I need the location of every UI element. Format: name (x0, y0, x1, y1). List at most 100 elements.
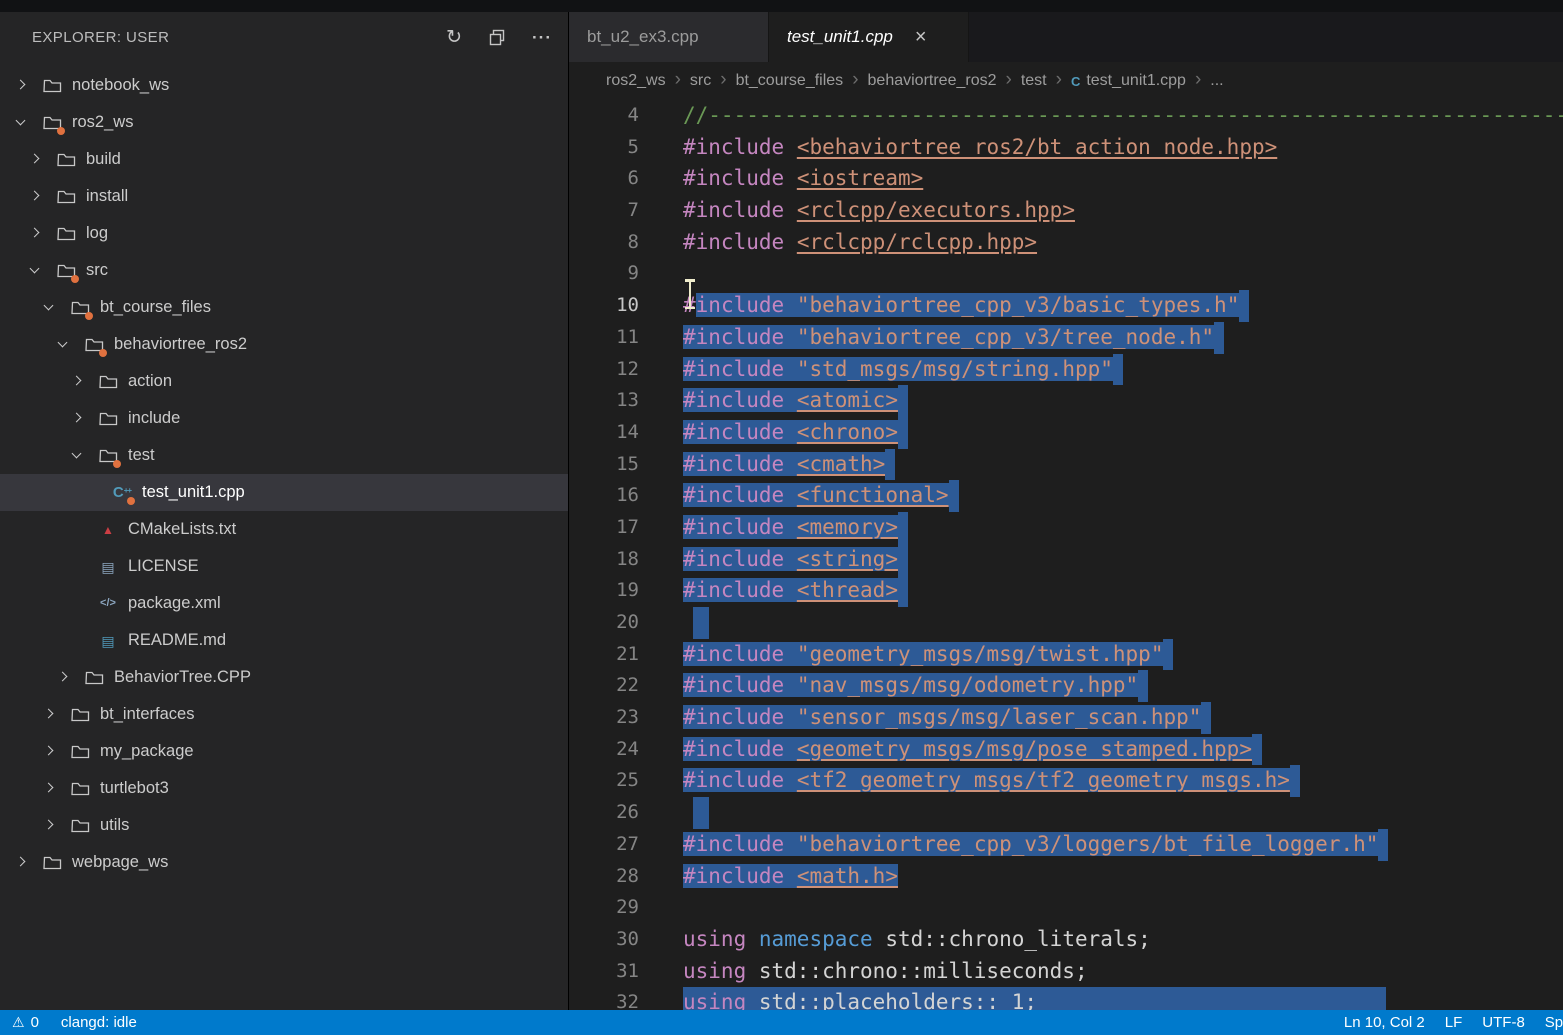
line-number[interactable]: 25 (569, 765, 639, 797)
code-line[interactable]: 6#include <iostream> (569, 163, 1563, 195)
code-line[interactable]: 14#include <chrono> (569, 417, 1563, 449)
tree-item-LICENSE[interactable]: ▤LICENSE (0, 548, 568, 585)
cursor-position[interactable]: Ln 10, Col 2 (1344, 1014, 1425, 1031)
breadcrumb-item[interactable]: test (1021, 72, 1047, 90)
chevron-icon[interactable] (56, 337, 72, 353)
tree-item-BehaviorTree.CPP[interactable]: BehaviorTree.CPP (0, 659, 568, 696)
tree-item-ros2_ws[interactable]: ros2_ws (0, 104, 568, 141)
tree-item-include[interactable]: include (0, 400, 568, 437)
line-number[interactable]: 26 (569, 797, 639, 829)
chevron-icon[interactable] (28, 226, 44, 242)
line-number[interactable]: 30 (569, 924, 639, 956)
code-line[interactable]: 16#include <functional> (569, 480, 1563, 512)
code-line[interactable]: 32using std::placeholders::_1; (569, 987, 1563, 1010)
chevron-icon[interactable] (14, 855, 30, 871)
tab-bt_u2_ex3.cpp[interactable]: bt_u2_ex3.cpp (569, 12, 769, 62)
chevron-icon[interactable] (28, 263, 44, 279)
collapse-folders-icon[interactable] (488, 28, 506, 46)
tree-item-my_package[interactable]: my_package (0, 733, 568, 770)
code-line[interactable]: 20 (569, 607, 1563, 639)
line-number[interactable]: 21 (569, 639, 639, 671)
chevron-icon[interactable] (70, 448, 86, 464)
code-line[interactable]: 5#include <behaviortree_ros2/bt_action_n… (569, 132, 1563, 164)
chevron-icon[interactable] (28, 152, 44, 168)
line-number[interactable]: 32 (569, 987, 639, 1010)
tree-item-action[interactable]: action (0, 363, 568, 400)
breadcrumb-item[interactable]: ... (1210, 72, 1223, 90)
chevron-icon[interactable] (56, 670, 72, 686)
tree-item-bt_interfaces[interactable]: bt_interfaces (0, 696, 568, 733)
code-line[interactable]: 13#include <atomic> (569, 385, 1563, 417)
chevron-icon[interactable] (14, 78, 30, 94)
code-editor[interactable]: 4//-------------------------------------… (569, 100, 1563, 1010)
tree-item-behaviortree_ros2[interactable]: behaviortree_ros2 (0, 326, 568, 363)
breadcrumb-item[interactable]: behaviortree_ros2 (868, 72, 997, 90)
line-number[interactable]: 18 (569, 544, 639, 576)
code-line[interactable]: 22#include "nav_msgs/msg/odometry.hpp" (569, 670, 1563, 702)
line-number[interactable]: 31 (569, 956, 639, 988)
tree-item-test_unit1.cpp[interactable]: Ctest_unit1.cpp (0, 474, 568, 511)
code-line[interactable]: 4//-------------------------------------… (569, 100, 1563, 132)
code-line[interactable]: 9 (569, 258, 1563, 290)
chevron-icon[interactable] (70, 374, 86, 390)
eol-indicator[interactable]: LF (1445, 1014, 1463, 1031)
code-line[interactable]: 15#include <cmath> (569, 449, 1563, 481)
close-icon[interactable]: × (915, 26, 927, 49)
tree-item-utils[interactable]: utils (0, 807, 568, 844)
more-actions-icon[interactable]: ··· (532, 29, 552, 46)
code-line[interactable]: 25#include <tf2_geometry_msgs/tf2_geomet… (569, 765, 1563, 797)
tree-item-bt_course_files[interactable]: bt_course_files (0, 289, 568, 326)
line-number[interactable]: 16 (569, 480, 639, 512)
chevron-icon[interactable] (42, 781, 58, 797)
line-number[interactable]: 23 (569, 702, 639, 734)
tree-item-log[interactable]: log (0, 215, 568, 252)
line-number[interactable]: 10 (569, 290, 639, 322)
line-number[interactable]: 29 (569, 892, 639, 924)
tree-item-notebook_ws[interactable]: notebook_ws (0, 67, 568, 104)
line-number[interactable]: 28 (569, 861, 639, 893)
code-line[interactable]: 21#include "geometry_msgs/msg/twist.hpp" (569, 639, 1563, 671)
code-line[interactable]: 28#include <math.h> (569, 861, 1563, 893)
line-number[interactable]: 17 (569, 512, 639, 544)
tree-item-src[interactable]: src (0, 252, 568, 289)
tree-item-webpage_ws[interactable]: webpage_ws (0, 844, 568, 881)
line-number[interactable]: 5 (569, 132, 639, 164)
line-number[interactable]: 4 (569, 100, 639, 132)
breadcrumb-item[interactable]: src (690, 72, 711, 90)
line-number[interactable]: 20 (569, 607, 639, 639)
indentation-indicator[interactable]: Spac (1545, 1014, 1563, 1031)
code-line[interactable]: 7#include <rclcpp/executors.hpp> (569, 195, 1563, 227)
line-number[interactable]: 15 (569, 449, 639, 481)
chevron-icon[interactable] (42, 707, 58, 723)
chevron-icon[interactable] (28, 189, 44, 205)
code-line[interactable]: 10#include "behaviortree_cpp_v3/basic_ty… (569, 290, 1563, 322)
code-line[interactable]: 27#include "behaviortree_cpp_v3/loggers/… (569, 829, 1563, 861)
code-line[interactable]: 24#include <geometry_msgs/msg/pose_stamp… (569, 734, 1563, 766)
refresh-icon[interactable]: ↻ (446, 28, 462, 47)
code-line[interactable]: 11#include "behaviortree_cpp_v3/tree_nod… (569, 322, 1563, 354)
code-line[interactable]: 8#include <rclcpp/rclcpp.hpp> (569, 227, 1563, 259)
line-number[interactable]: 12 (569, 354, 639, 386)
line-number[interactable]: 13 (569, 385, 639, 417)
line-number[interactable]: 19 (569, 575, 639, 607)
line-number[interactable]: 7 (569, 195, 639, 227)
code-line[interactable]: 17#include <memory> (569, 512, 1563, 544)
line-number[interactable]: 11 (569, 322, 639, 354)
line-number[interactable]: 24 (569, 734, 639, 766)
line-number[interactable]: 14 (569, 417, 639, 449)
line-number[interactable]: 6 (569, 163, 639, 195)
line-number[interactable]: 22 (569, 670, 639, 702)
tree-item-CMakeLists.txt[interactable]: ▲CMakeLists.txt (0, 511, 568, 548)
code-line[interactable]: 19#include <thread> (569, 575, 1563, 607)
clangd-status[interactable]: clangd: idle (61, 1014, 137, 1031)
tree-item-build[interactable]: build (0, 141, 568, 178)
chevron-icon[interactable] (70, 411, 86, 427)
encoding-indicator[interactable]: UTF-8 (1482, 1014, 1525, 1031)
code-line[interactable]: 29 (569, 892, 1563, 924)
breadcrumb-item[interactable]: bt_course_files (736, 72, 844, 90)
line-number[interactable]: 8 (569, 227, 639, 259)
tree-item-turtlebot3[interactable]: turtlebot3 (0, 770, 568, 807)
tab-test_unit1.cpp[interactable]: test_unit1.cpp× (769, 12, 969, 62)
problems-indicator[interactable]: ⚠ 0 (12, 1014, 39, 1031)
code-line[interactable]: 26 (569, 797, 1563, 829)
